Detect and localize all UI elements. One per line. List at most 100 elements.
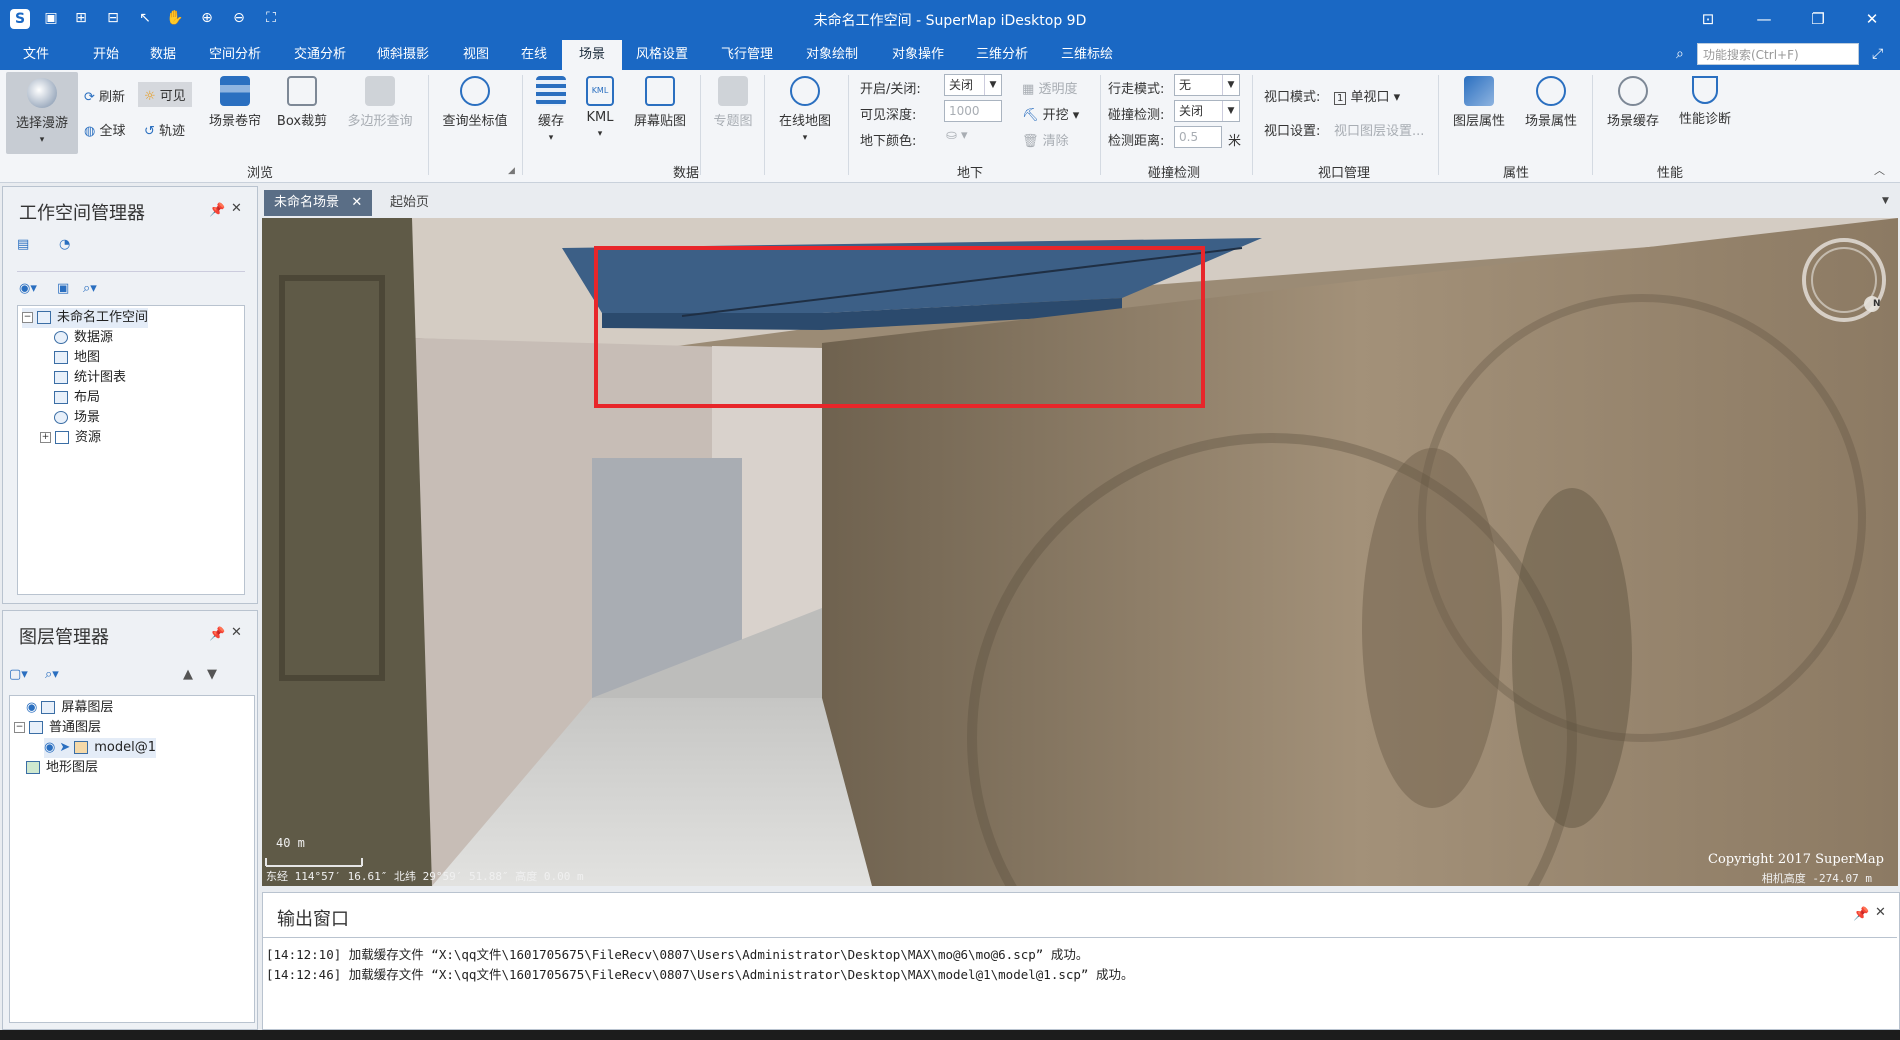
restore-button[interactable]: ❐ xyxy=(1798,6,1838,32)
layer-manager-panel: 图层管理器 📌 ✕ ▢▾ ⌕▾ ▲ ▼ ◉ 屏幕图层 − 普通图层 ◉ ➤ model@… xyxy=(2,610,258,1030)
tab-scene[interactable]: 场景 xyxy=(562,40,622,70)
tab-data[interactable]: 数据 xyxy=(138,40,188,70)
cache-button[interactable]: 缓存 ▾ xyxy=(530,76,572,144)
scene-curtain-button[interactable]: 场景卷帘 xyxy=(204,76,266,129)
layer-normal-group[interactable]: − 普通图层 xyxy=(14,718,101,738)
minimize-button[interactable]: — xyxy=(1744,6,1784,32)
eye-icon[interactable]: ◉ xyxy=(44,740,55,755)
close-tab-icon[interactable]: ✕ xyxy=(351,195,362,210)
tab-object-operate[interactable]: 对象操作 xyxy=(880,40,956,70)
visible-depth-input[interactable]: 1000 xyxy=(944,100,1002,122)
output-log[interactable]: [14:12:10] 加载缓存文件 “X:\qq文件\1601705675\Fi… xyxy=(263,937,1897,1028)
tab-style-settings[interactable]: 风格设置 xyxy=(624,40,700,70)
tab-online[interactable]: 在线 xyxy=(510,40,558,70)
transparency-icon: ▦ xyxy=(1022,82,1035,97)
query-coord-button[interactable]: 查询坐标值 xyxy=(436,76,514,129)
pin-icon[interactable]: 📌 xyxy=(209,203,225,218)
tree-item-resources[interactable]: + 资源 xyxy=(40,428,101,448)
screen-paste-button[interactable]: 屏幕贴图 xyxy=(628,76,692,129)
tab-3d-plot[interactable]: 三维标绘 xyxy=(1048,40,1126,70)
tab-list-icon[interactable]: ▼ xyxy=(1882,196,1889,206)
roam-globe-icon xyxy=(27,78,57,108)
polygon-query-button[interactable]: 多边形查询 xyxy=(340,76,420,129)
underground-onoff-select[interactable]: 关闭 ▼ xyxy=(944,74,1002,96)
scene-viewport[interactable]: N 40 m 东经 114°57′ 16.61″ 北纬 29°59′ 51.88… xyxy=(262,218,1898,886)
tree-item-datasource[interactable]: 数据源 xyxy=(54,328,113,348)
detect-distance-input[interactable]: 0.5 xyxy=(1174,126,1222,148)
clear-button[interactable]: 🗑 清除 xyxy=(1022,130,1069,149)
resource-tab-icon[interactable]: ◔ xyxy=(59,237,70,252)
search-icon[interactable]: ⌕▾ xyxy=(45,667,59,682)
eye-icon[interactable]: ◉ xyxy=(26,700,37,715)
move-down-icon[interactable]: ▼ xyxy=(207,667,217,682)
divider xyxy=(17,271,245,272)
layer-screen[interactable]: ◉ 屏幕图层 xyxy=(26,698,113,718)
expand-icon[interactable]: + xyxy=(40,432,51,443)
tab-traffic-analysis[interactable]: 交通分析 xyxy=(284,40,356,70)
walk-mode-select[interactable]: 无 ▼ xyxy=(1174,74,1240,96)
move-up-icon[interactable]: ▲ xyxy=(183,667,193,682)
online-map-button[interactable]: 在线地图 ▾ xyxy=(772,76,838,144)
tab-spatial-analysis[interactable]: 空间分析 xyxy=(198,40,272,70)
tab-flight-manage[interactable]: 飞行管理 xyxy=(710,40,784,70)
layer-props-button[interactable]: 图层属性 xyxy=(1446,76,1512,129)
scene-cache-button[interactable]: 场景缓存 xyxy=(1600,76,1666,129)
close-button[interactable]: ✕ xyxy=(1852,6,1892,32)
view-options-icon[interactable]: ◉▾ xyxy=(19,281,37,296)
transparency-button[interactable]: ▦ 透明度 xyxy=(1022,78,1077,97)
box-clip-button[interactable]: Box裁剪 xyxy=(272,76,332,129)
tree-item-scene[interactable]: 场景 xyxy=(54,408,100,428)
tab-3d-analysis[interactable]: 三维分析 xyxy=(964,40,1040,70)
tab-file[interactable]: 文件 xyxy=(8,40,64,70)
layer-options-icon[interactable]: ▢▾ xyxy=(9,667,28,682)
scene-render xyxy=(262,218,1898,886)
collapse-icon[interactable]: − xyxy=(22,312,33,323)
visible-toggle[interactable]: ☼ 可见 xyxy=(138,82,192,107)
group-label-collision: 碰撞检测 xyxy=(1147,166,1200,181)
close-icon[interactable]: ✕ xyxy=(231,625,242,640)
kml-button[interactable]: KML KML ▾ xyxy=(580,76,620,140)
selectable-icon[interactable]: ➤ xyxy=(59,740,70,755)
tree-item-layout[interactable]: 布局 xyxy=(54,388,100,408)
track-button[interactable]: ↺ 轨迹 xyxy=(144,120,185,139)
ribbon-separator xyxy=(522,75,523,175)
globe-button[interactable]: ◍ 全球 xyxy=(84,120,126,139)
viewport-mode-select[interactable]: 1 单视口 ▾ xyxy=(1334,86,1400,105)
cache-icon xyxy=(536,76,566,106)
tab-object-draw[interactable]: 对象绘制 xyxy=(794,40,870,70)
tree-item-charts[interactable]: 统计图表 xyxy=(54,368,126,388)
close-icon[interactable]: ✕ xyxy=(1875,905,1886,920)
expand-icon[interactable]: ⤢ xyxy=(1872,46,1883,62)
tab-oblique-photo[interactable]: 倾斜摄影 xyxy=(366,40,440,70)
tree-item-map[interactable]: 地图 xyxy=(54,348,100,368)
collapse-ribbon-icon[interactable]: ︿ xyxy=(1874,162,1885,178)
group-expand-icon[interactable]: ◢ xyxy=(508,166,515,176)
pin-icon[interactable]: 📌 xyxy=(1853,907,1869,922)
pin-icon[interactable]: 📌 xyxy=(209,627,225,642)
refresh-button[interactable]: ⟳ 刷新 xyxy=(84,86,125,105)
document-icon[interactable]: ▣ xyxy=(57,281,69,296)
feature-search-input[interactable]: 功能搜索(Ctrl+F) xyxy=(1697,43,1859,65)
tab-start[interactable]: 开始 xyxy=(78,40,134,70)
excavate-button[interactable]: ⛏ 开挖 ▾ xyxy=(1022,104,1079,123)
close-icon[interactable]: ✕ xyxy=(231,201,242,216)
search-icon[interactable]: ⌕▾ xyxy=(83,281,97,296)
select-roam-button[interactable]: 选择漫游 ▾ xyxy=(6,72,78,154)
ribbon-display-icon[interactable]: ⊡ xyxy=(1688,6,1728,32)
viewport-layer-settings-button[interactable]: 视口图层设置... xyxy=(1334,120,1424,139)
workspace-tab-icon[interactable]: ▤ xyxy=(17,237,29,252)
tab-view[interactable]: 视图 xyxy=(452,40,500,70)
scene-props-button[interactable]: 场景属性 xyxy=(1518,76,1584,129)
layer-terrain[interactable]: 地形图层 xyxy=(26,758,98,778)
chevron-down-icon: ▼ xyxy=(1222,75,1239,95)
paint-bucket-icon[interactable]: ⛀ ▾ xyxy=(946,128,968,143)
doc-tab-scene[interactable]: 未命名场景 ✕ xyxy=(264,190,373,216)
perf-diag-button[interactable]: 性能诊断 xyxy=(1672,76,1738,127)
collision-detect-select[interactable]: 关闭 ▼ xyxy=(1174,100,1240,122)
doc-tab-start-page[interactable]: 起始页 xyxy=(380,190,439,216)
tree-root[interactable]: − 未命名工作空间 xyxy=(22,308,149,328)
group-label-underground: 地下 xyxy=(956,166,983,181)
collapse-icon[interactable]: − xyxy=(14,722,25,733)
thematic-map-button[interactable]: 专题图 xyxy=(708,76,758,129)
layer-model[interactable]: ◉ ➤ model@1 xyxy=(44,738,156,758)
